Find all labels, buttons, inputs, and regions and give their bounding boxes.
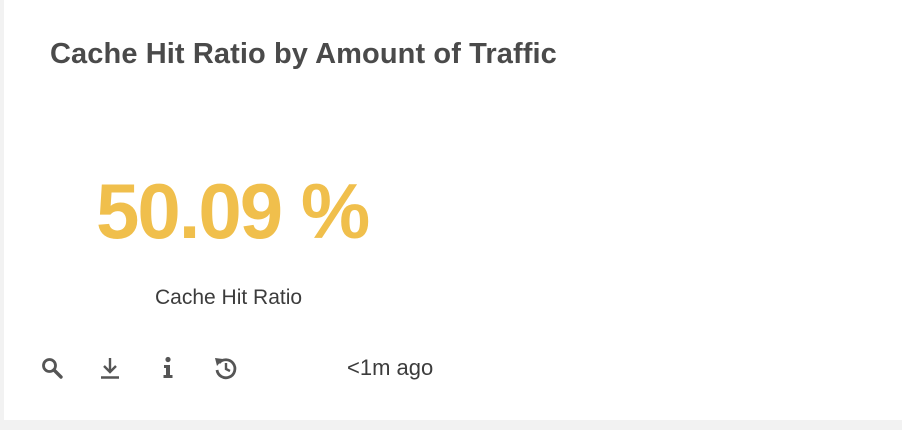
download-icon <box>101 358 119 379</box>
open-in-search-button[interactable] <box>38 354 66 382</box>
refresh-icon <box>215 358 237 380</box>
panel-title: Cache Hit Ratio by Amount of Traffic <box>50 38 557 70</box>
last-updated-timestamp: <1m ago <box>347 355 434 380</box>
panel-toolbar <box>38 354 270 382</box>
refresh-button[interactable] <box>212 354 240 382</box>
export-button[interactable] <box>96 354 124 382</box>
inspect-button[interactable] <box>154 354 182 382</box>
search-icon <box>42 358 63 379</box>
dashboard-panel: Cache Hit Ratio by Amount of Traffic 50.… <box>4 0 902 420</box>
single-value[interactable]: 50.09 % <box>96 172 370 250</box>
single-value-label: Cache Hit Ratio <box>155 286 303 309</box>
info-icon <box>163 356 173 378</box>
